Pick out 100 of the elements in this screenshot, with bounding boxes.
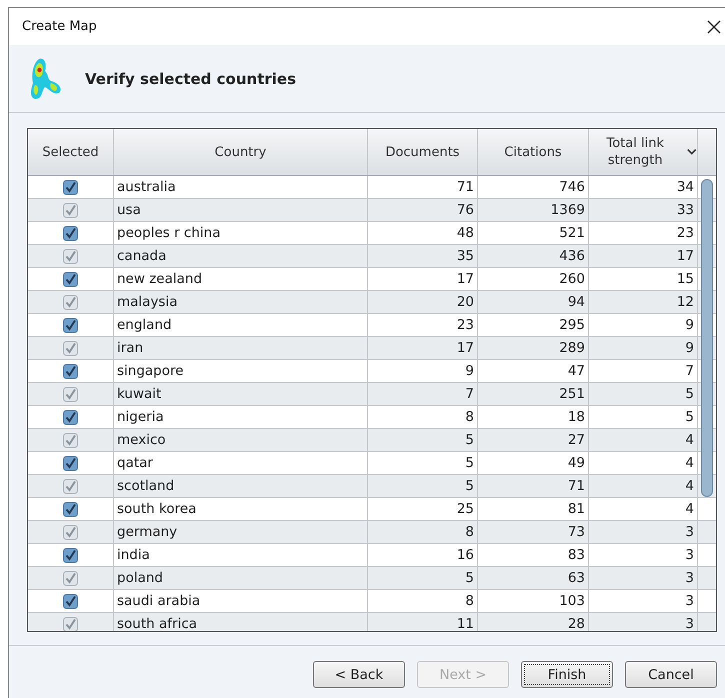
table-cell: peoples r china bbox=[114, 222, 368, 244]
checkbox[interactable] bbox=[63, 524, 78, 540]
table-cell: 34 bbox=[589, 176, 698, 198]
checkbox[interactable] bbox=[63, 594, 78, 608]
checkbox[interactable] bbox=[63, 226, 78, 240]
table-cell: 4 bbox=[589, 475, 698, 497]
table-cell: india bbox=[114, 544, 368, 566]
checkbox[interactable] bbox=[63, 340, 78, 356]
checkbox[interactable] bbox=[63, 202, 78, 218]
table-cell: 73 bbox=[478, 521, 589, 543]
table-cell: kuwait bbox=[114, 383, 368, 405]
table-cell: 5 bbox=[368, 452, 478, 474]
checkbox[interactable] bbox=[63, 478, 78, 494]
checkbox[interactable] bbox=[63, 318, 78, 332]
table-cell: 103 bbox=[478, 590, 589, 612]
close-icon[interactable] bbox=[707, 20, 721, 34]
checkbox[interactable] bbox=[63, 616, 78, 631]
table-cell: 436 bbox=[478, 245, 589, 267]
table-cell: 83 bbox=[478, 544, 589, 566]
table-cell: 746 bbox=[478, 176, 589, 198]
dialog-button[interactable]: < Back bbox=[313, 661, 405, 688]
table-cell: 71 bbox=[368, 176, 478, 198]
table-cell: 12 bbox=[589, 291, 698, 313]
table-cell: 3 bbox=[589, 613, 698, 631]
checkbox[interactable] bbox=[63, 248, 78, 264]
table-cell: 49 bbox=[478, 452, 589, 474]
table-cell: 4 bbox=[589, 498, 698, 520]
page-heading: Verify selected countries bbox=[85, 70, 296, 88]
column-header[interactable]: Documents bbox=[368, 129, 478, 175]
table-cell: 48 bbox=[368, 222, 478, 244]
table-cell: iran bbox=[114, 337, 368, 359]
window-title: Create Map bbox=[22, 19, 97, 34]
table-cell: england bbox=[114, 314, 368, 336]
dialog-button[interactable]: Cancel bbox=[625, 661, 717, 688]
table-cell: 5 bbox=[589, 406, 698, 428]
checkbox[interactable] bbox=[63, 548, 78, 562]
checkbox[interactable] bbox=[63, 502, 78, 516]
table-cell: 8 bbox=[368, 406, 478, 428]
table-cell: 521 bbox=[478, 222, 589, 244]
table-cell: 17 bbox=[589, 245, 698, 267]
checkbox[interactable] bbox=[63, 364, 78, 378]
scrollbar-thumb[interactable] bbox=[701, 179, 713, 497]
table-cell: 33 bbox=[589, 199, 698, 221]
table-cell: 1369 bbox=[478, 199, 589, 221]
table-cell: australia bbox=[114, 176, 368, 198]
table-cell: 9 bbox=[589, 314, 698, 336]
table-cell: south korea bbox=[114, 498, 368, 520]
table-cell: mexico bbox=[114, 429, 368, 451]
dialog-button[interactable]: Finish bbox=[521, 661, 613, 688]
table-cell: qatar bbox=[114, 452, 368, 474]
table-cell: 23 bbox=[589, 222, 698, 244]
table-cell: 295 bbox=[478, 314, 589, 336]
table-cell: 71 bbox=[478, 475, 589, 497]
checkbox[interactable] bbox=[63, 410, 78, 424]
table-cell: 251 bbox=[478, 383, 589, 405]
column-header[interactable]: Citations bbox=[478, 129, 589, 175]
table-cell: 4 bbox=[589, 452, 698, 474]
table-cell: usa bbox=[114, 199, 368, 221]
table-cell: 3 bbox=[589, 567, 698, 589]
table-cell: 9 bbox=[368, 360, 478, 382]
table-cell: 16 bbox=[368, 544, 478, 566]
table-cell: 23 bbox=[368, 314, 478, 336]
checkbox[interactable] bbox=[63, 386, 78, 402]
table-cell: malaysia bbox=[114, 291, 368, 313]
table-cell: 11 bbox=[368, 613, 478, 631]
table-cell: 18 bbox=[478, 406, 589, 428]
table-cell: 5 bbox=[589, 383, 698, 405]
checkbox[interactable] bbox=[63, 432, 78, 448]
checkbox[interactable] bbox=[63, 180, 78, 194]
table-cell: 27 bbox=[478, 429, 589, 451]
column-header[interactable]: Selected bbox=[28, 129, 114, 175]
table-cell: 94 bbox=[478, 291, 589, 313]
checkbox[interactable] bbox=[63, 570, 78, 586]
checkbox[interactable] bbox=[63, 294, 78, 310]
table-cell: saudi arabia bbox=[114, 590, 368, 612]
checkbox[interactable] bbox=[63, 272, 78, 286]
table-cell: 17 bbox=[368, 337, 478, 359]
table-cell: 3 bbox=[589, 521, 698, 543]
table-cell: 5 bbox=[368, 567, 478, 589]
table-cell: 76 bbox=[368, 199, 478, 221]
column-header[interactable]: Country bbox=[114, 129, 368, 175]
table-cell: 4 bbox=[589, 429, 698, 451]
table-cell: canada bbox=[114, 245, 368, 267]
checkbox[interactable] bbox=[63, 456, 78, 470]
table-cell: 8 bbox=[368, 590, 478, 612]
table-cell: 7 bbox=[368, 383, 478, 405]
table-cell: germany bbox=[114, 521, 368, 543]
table-cell: south africa bbox=[114, 613, 368, 631]
table-cell: 20 bbox=[368, 291, 478, 313]
table-cell: singapore bbox=[114, 360, 368, 382]
table-cell: 3 bbox=[589, 544, 698, 566]
table-cell: 289 bbox=[478, 337, 589, 359]
table-cell: 260 bbox=[478, 268, 589, 290]
table-cell: nigeria bbox=[114, 406, 368, 428]
table-cell: 15 bbox=[589, 268, 698, 290]
table-cell: 5 bbox=[368, 429, 478, 451]
table-cell: 7 bbox=[589, 360, 698, 382]
table-cell: 25 bbox=[368, 498, 478, 520]
table-cell: 35 bbox=[368, 245, 478, 267]
column-header[interactable]: Total link strength bbox=[589, 135, 682, 169]
